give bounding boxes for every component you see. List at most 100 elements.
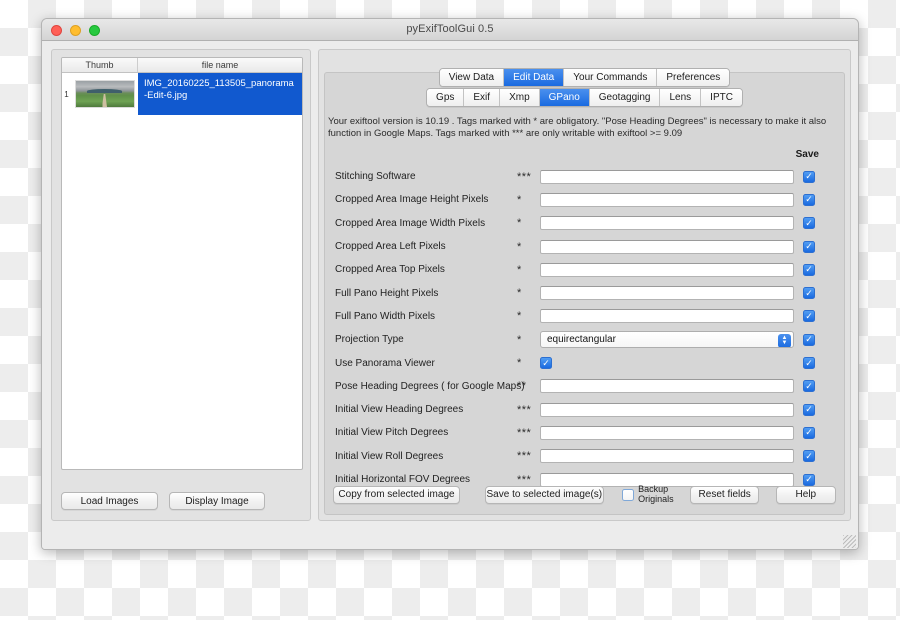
use-panorama-viewer-checkbox[interactable]: ✓	[540, 357, 552, 370]
stitching-software-input[interactable]	[540, 169, 794, 184]
file-list-panel: Thumb file name 1 IMG_20160225_113505_pa…	[51, 49, 311, 521]
save-to-selected-images-button[interactable]: Save to selected image(s)	[484, 485, 604, 504]
field-row-pose-heading-degrees: Pose Heading Degrees ( for Google Maps) …	[325, 375, 844, 398]
form-action-bar: Copy from selected image Save to selecte…	[333, 484, 836, 504]
column-header-filename[interactable]: file name	[138, 58, 302, 72]
copy-from-selected-image-button[interactable]: Copy from selected image	[333, 485, 460, 504]
field-label: Initial Horizontal FOV Degrees	[335, 474, 471, 485]
table-row[interactable]: 1 IMG_20160225_113505_panorama-Edit-6.jp…	[62, 73, 302, 115]
save-checkbox-projection-type[interactable]: ✓	[803, 333, 815, 346]
stepper-arrows-icon[interactable]: ▲ ▼	[778, 333, 791, 348]
save-checkbox-pose-heading-degrees[interactable]: ✓	[803, 380, 815, 393]
save-checkbox-full-pano-height[interactable]: ✓	[803, 287, 815, 300]
thumbnail-path-shape	[102, 94, 107, 107]
tab-iptc[interactable]: IPTC	[701, 89, 742, 106]
help-button[interactable]: Help	[775, 485, 836, 504]
field-row-use-panorama-viewer: Use Panorama Viewer * ✓ ✓	[325, 351, 844, 374]
row-filename[interactable]: IMG_20160225_113505_panorama-Edit-6.jpg	[138, 73, 302, 115]
full-pano-width-input[interactable]	[540, 309, 794, 324]
full-pano-height-input[interactable]	[540, 286, 794, 301]
tab-exif[interactable]: Exif	[464, 89, 501, 106]
display-image-button[interactable]: Display Image	[169, 492, 265, 510]
row-thumbnail-cell	[71, 73, 138, 115]
field-label: Use Panorama Viewer	[335, 357, 435, 369]
file-table[interactable]: Thumb file name 1 IMG_20160225_113505_pa…	[61, 57, 303, 470]
column-header-thumb[interactable]: Thumb	[62, 58, 138, 72]
field-label: Cropped Area Left Pixels	[335, 241, 446, 253]
cropped-area-top-input[interactable]	[540, 262, 794, 277]
panorama-thumbnail-icon	[74, 80, 135, 108]
field-row-initial-view-heading: Initial View Heading Degrees *** ✓	[325, 398, 844, 421]
projection-type-select[interactable]: equirectangular ▲ ▼	[540, 331, 794, 349]
field-row-stitching-software: Stitching Software *** ✓	[325, 165, 844, 188]
field-required-marker: *	[517, 263, 522, 276]
save-checkbox-cropped-area-top[interactable]: ✓	[803, 263, 815, 276]
reset-fields-button[interactable]: Reset fields	[690, 485, 759, 504]
field-label: Projection Type	[335, 334, 404, 346]
secondary-tab-bar: Gps Exif Xmp GPano Geotagging Lens IPTC	[319, 88, 850, 107]
field-row-projection-type: Projection Type * equirectangular ▲ ▼ ✓	[325, 328, 844, 351]
field-row-full-pano-height: Full Pano Height Pixels * ✓	[325, 281, 844, 304]
backup-originals-label: Backup Originals	[638, 484, 674, 504]
field-required-marker: ***	[517, 426, 532, 439]
field-required-marker: *	[517, 357, 522, 370]
field-label: Initial View Pitch Degrees	[335, 427, 449, 439]
save-checkbox-initial-view-heading[interactable]: ✓	[803, 403, 815, 416]
save-column-header: Save	[795, 149, 819, 160]
cropped-area-image-height-input[interactable]	[540, 192, 794, 207]
field-row-cropped-area-top: Cropped Area Top Pixels * ✓	[325, 258, 844, 281]
tab-xmp[interactable]: Xmp	[500, 89, 540, 106]
field-label: Cropped Area Image Height Pixels	[335, 194, 489, 206]
field-required-marker: *	[517, 287, 522, 300]
field-label: Cropped Area Top Pixels	[335, 264, 445, 276]
save-checkbox-initial-view-roll[interactable]: ✓	[803, 450, 815, 463]
cropped-area-image-width-input[interactable]	[540, 216, 794, 231]
row-index: 1	[62, 73, 71, 115]
tab-geotagging[interactable]: Geotagging	[589, 89, 661, 106]
save-checkbox-initial-horizontal-fov[interactable]: ✓	[803, 473, 815, 486]
cropped-area-left-input[interactable]	[540, 239, 794, 254]
field-required-marker: ***	[517, 473, 532, 486]
field-label: Cropped Area Image Width Pixels	[335, 217, 486, 229]
tab-edit-data[interactable]: Edit Data	[504, 69, 565, 86]
save-checkbox-cropped-area-image-width[interactable]: ✓	[803, 217, 815, 230]
save-checkbox-initial-view-pitch[interactable]: ✓	[803, 426, 815, 439]
initial-view-pitch-input[interactable]	[540, 425, 794, 440]
tab-preferences[interactable]: Preferences	[657, 69, 730, 86]
pose-heading-degrees-input[interactable]	[540, 379, 794, 394]
initial-view-heading-input[interactable]	[540, 402, 794, 417]
tab-gps[interactable]: Gps	[427, 89, 465, 106]
field-row-cropped-area-left: Cropped Area Left Pixels * ✓	[325, 235, 844, 258]
resize-grip-icon[interactable]	[843, 535, 856, 548]
field-label: Pose Heading Degrees ( for Google Maps)	[335, 380, 525, 392]
save-checkbox-full-pano-width[interactable]: ✓	[803, 310, 815, 323]
field-required-marker: **	[517, 380, 527, 393]
field-required-marker: ***	[517, 450, 532, 463]
save-checkbox-stitching-software[interactable]: ✓	[803, 170, 815, 183]
tab-view-data[interactable]: View Data	[439, 69, 505, 86]
field-row-cropped-area-image-height: Cropped Area Image Height Pixels * ✓	[325, 188, 844, 211]
gpano-form-card: Your exiftool version is 10.19 . Tags ma…	[324, 72, 845, 515]
field-label: Full Pano Width Pixels	[335, 310, 436, 322]
save-checkbox-use-panorama-viewer[interactable]: ✓	[803, 357, 815, 370]
field-required-marker: *	[517, 217, 522, 230]
tab-your-commands[interactable]: Your Commands	[564, 69, 658, 86]
initial-view-roll-input[interactable]	[540, 449, 794, 464]
editor-panel: Your exiftool version is 10.19 . Tags ma…	[318, 49, 851, 521]
exiftool-notice-text: Your exiftool version is 10.19 . Tags ma…	[328, 116, 827, 139]
backup-originals-group[interactable]: ✓ Backup Originals	[622, 484, 674, 504]
field-required-marker: *	[517, 310, 522, 323]
window-title: pyExifToolGui 0.5	[406, 23, 494, 35]
tab-lens[interactable]: Lens	[660, 89, 702, 106]
backup-originals-checkbox[interactable]: ✓	[622, 488, 635, 501]
save-checkbox-cropped-area-left[interactable]: ✓	[803, 240, 815, 253]
load-images-button[interactable]: Load Images	[61, 492, 158, 510]
field-row-initial-view-roll: Initial View Roll Degrees *** ✓	[325, 445, 844, 468]
window-titlebar: pyExifToolGui 0.5	[42, 19, 858, 41]
field-row-cropped-area-image-width: Cropped Area Image Width Pixels * ✓	[325, 212, 844, 235]
primary-tab-bar: View Data Edit Data Your Commands Prefer…	[319, 68, 850, 87]
field-label: Full Pano Height Pixels	[335, 287, 439, 299]
tab-gpano[interactable]: GPano	[539, 89, 590, 106]
field-row-full-pano-width: Full Pano Width Pixels * ✓	[325, 305, 844, 328]
save-checkbox-cropped-area-image-height[interactable]: ✓	[803, 193, 815, 206]
